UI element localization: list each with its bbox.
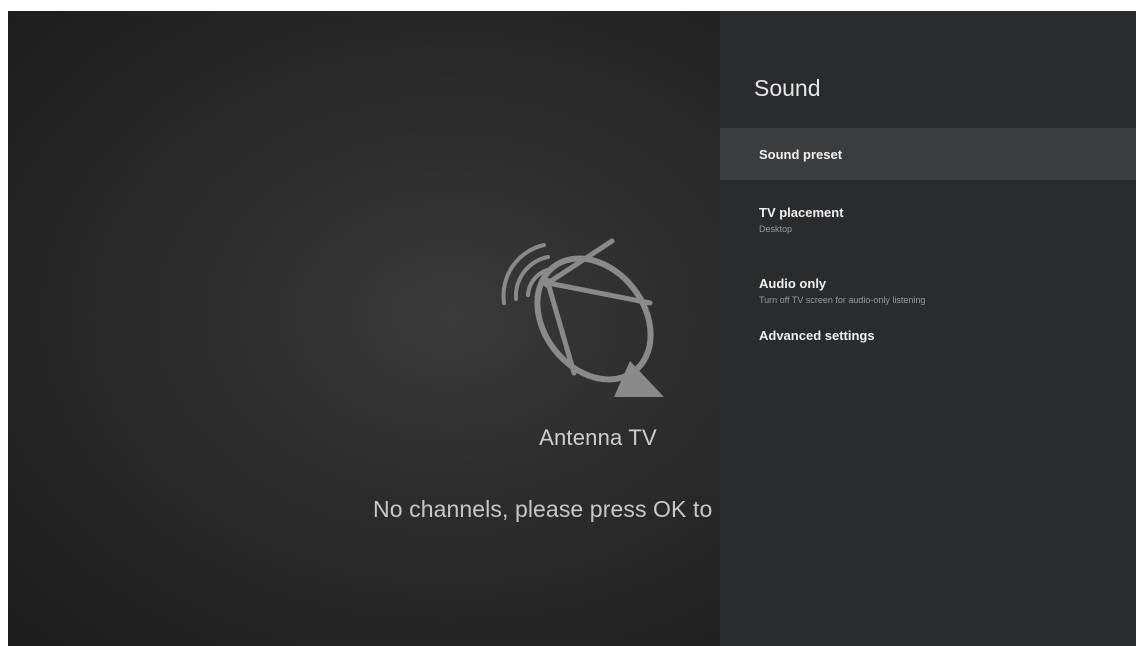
menu-item-sound-preset[interactable]: Sound preset	[720, 128, 1136, 180]
menu-item-tv-placement[interactable]: TV placement Desktop	[720, 180, 1136, 253]
sound-settings-panel: Sound Sound preset TV placement Desktop …	[720, 11, 1136, 646]
menu-item-audio-only[interactable]: Audio only Turn off TV screen for audio-…	[720, 253, 1136, 326]
menu-item-description: Turn off TV screen for audio-only listen…	[759, 295, 926, 305]
tv-screen: Antenna TV No channels, please press OK …	[8, 11, 1136, 646]
menu-item-label: Advanced settings	[759, 328, 875, 343]
live-tv-view: Antenna TV No channels, please press OK …	[8, 11, 720, 646]
menu-item-label: Sound preset	[759, 147, 843, 162]
satellite-antenna-icon	[501, 238, 664, 397]
menu-item-label: TV placement	[759, 205, 844, 220]
menu-item-label: Audio only	[759, 276, 827, 291]
menu-item-advanced-settings[interactable]: Advanced settings	[720, 326, 1136, 366]
source-name: Antenna TV	[539, 425, 657, 450]
menu-item-value: Desktop	[759, 224, 793, 234]
no-channels-message: No channels, please press OK to	[373, 496, 713, 522]
panel-title: Sound	[754, 75, 821, 101]
sound-menu: Sound preset TV placement Desktop Audio …	[720, 128, 1136, 366]
